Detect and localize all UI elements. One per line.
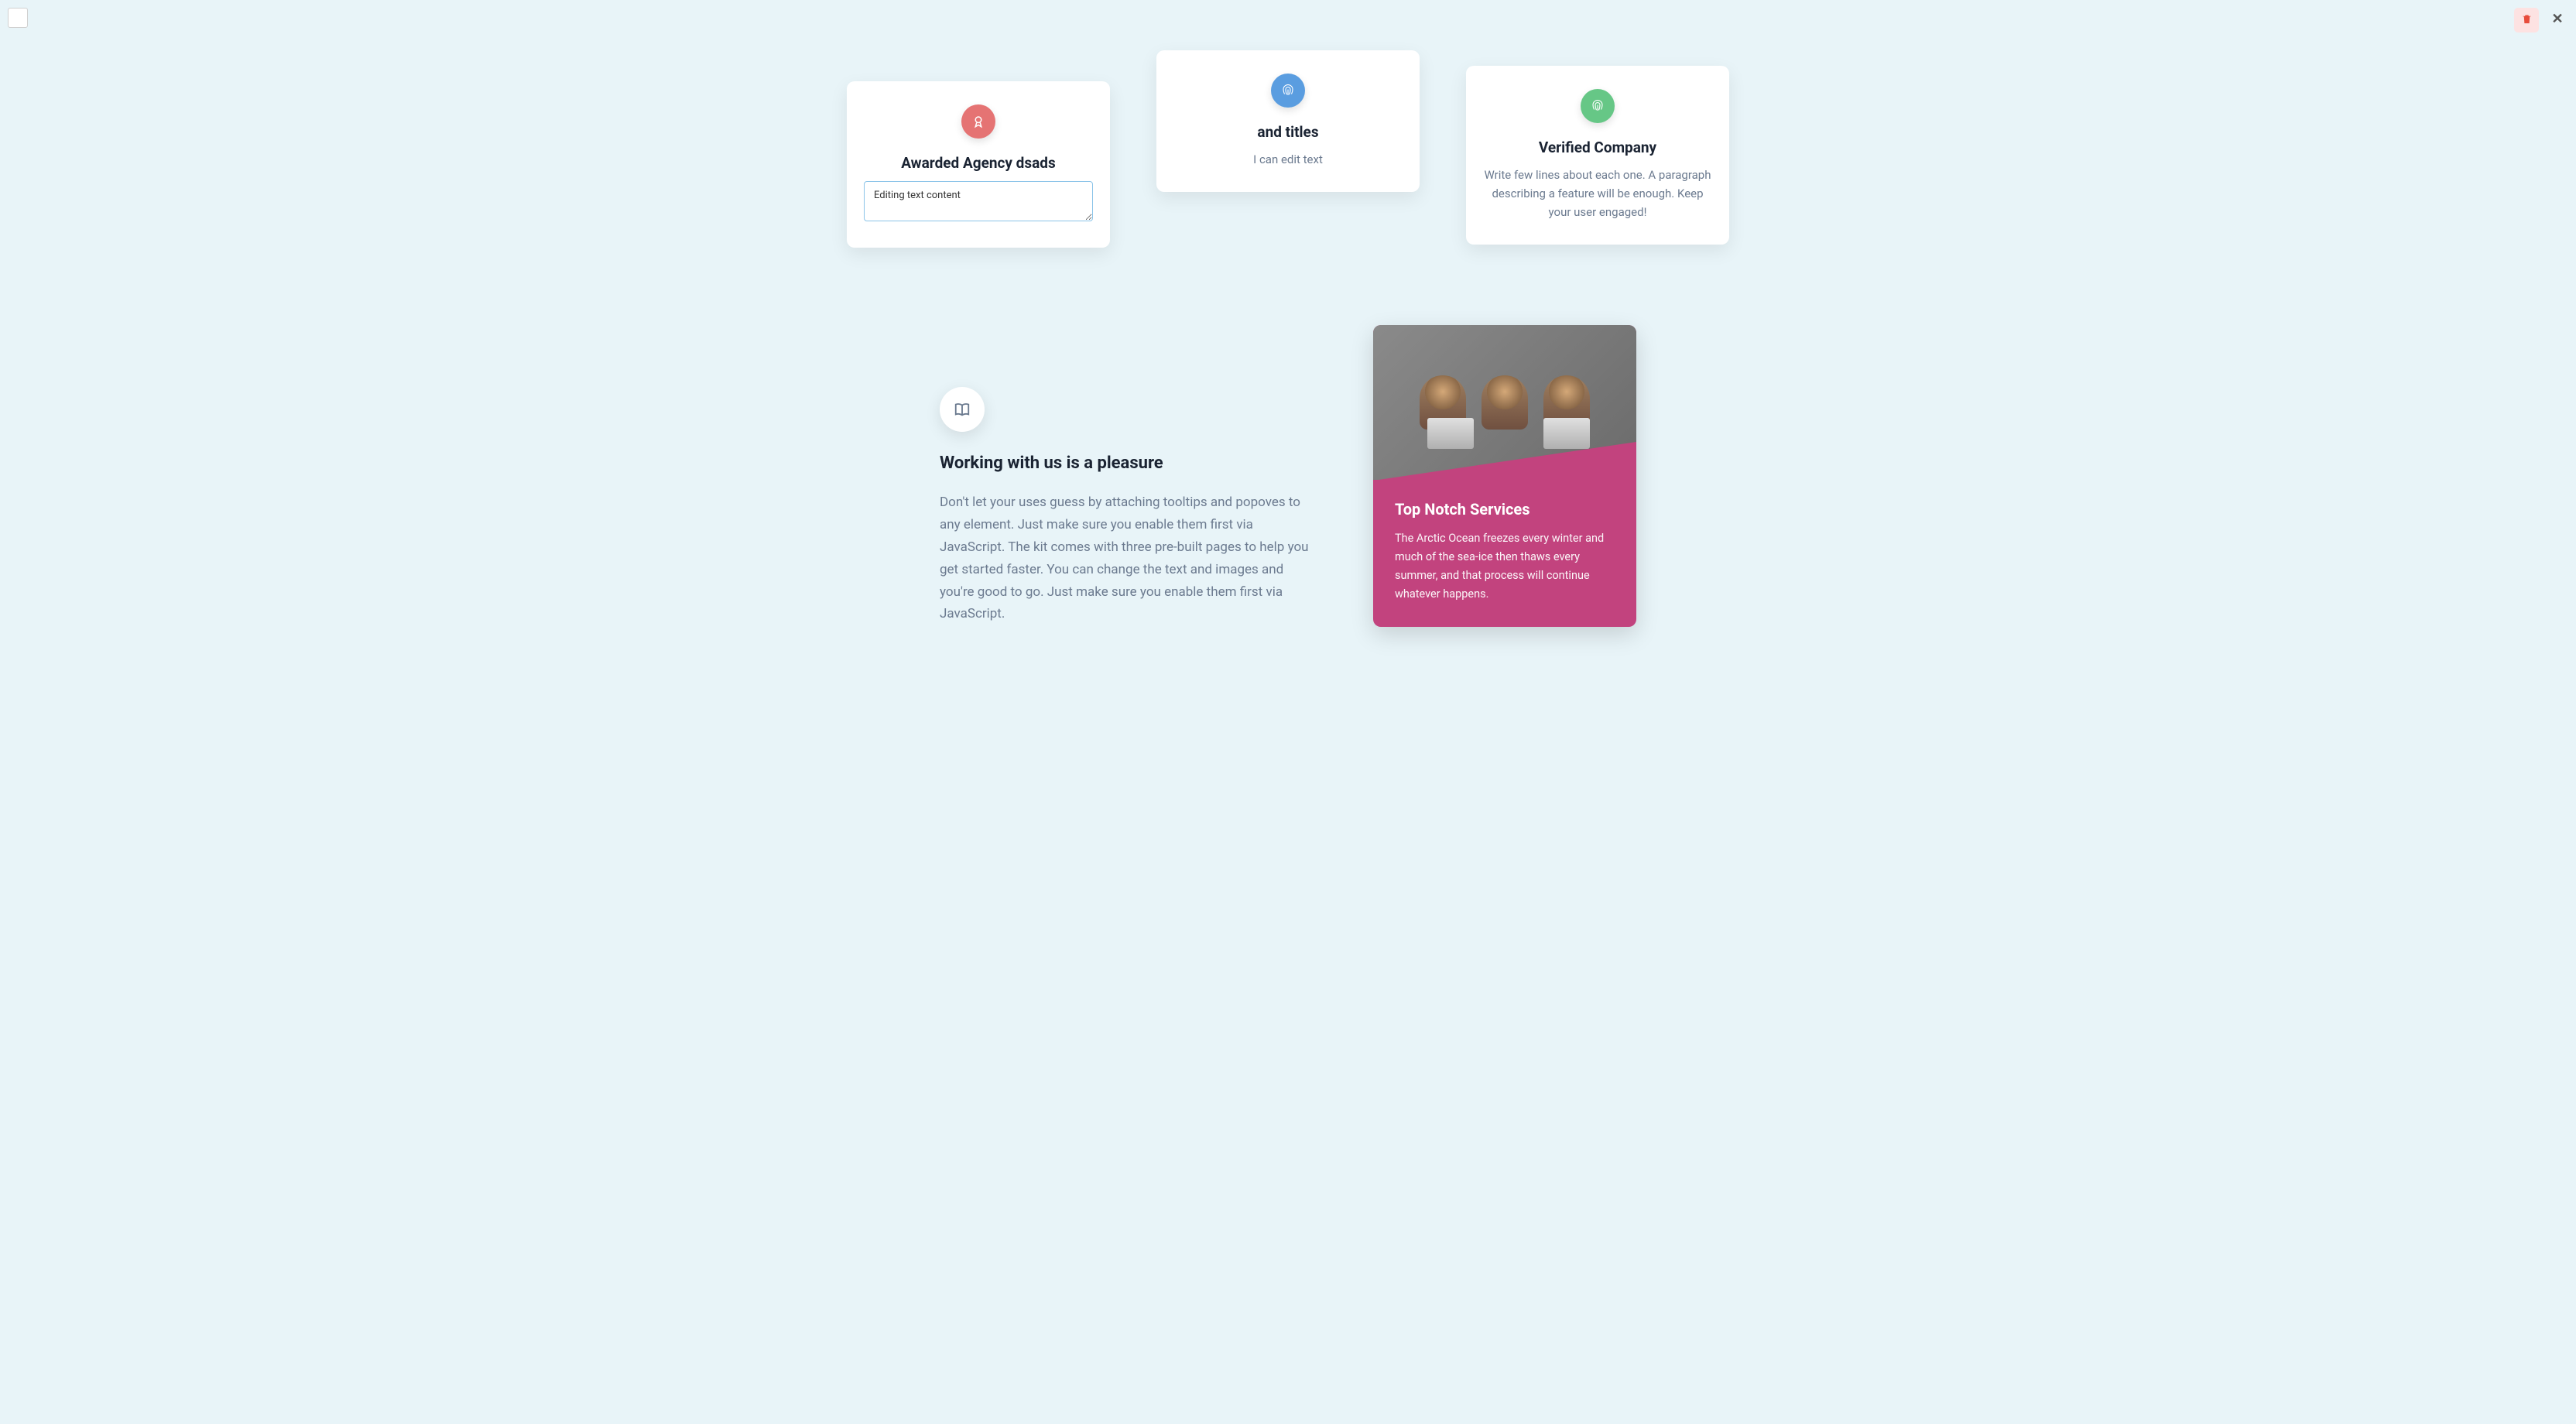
working-heading: Working with us is a pleasure <box>940 454 1311 473</box>
service-card[interactable]: Top Notch Services The Arctic Ocean free… <box>1373 325 1636 627</box>
fingerprint-icon <box>1581 89 1615 123</box>
delete-button[interactable] <box>2514 8 2539 33</box>
card-body: I can edit text <box>1173 150 1403 169</box>
close-icon: ✕ <box>2551 11 2563 27</box>
service-image <box>1373 325 1636 480</box>
book-icon <box>940 387 985 432</box>
card-title: Awarded Agency dsads <box>864 154 1093 172</box>
working-text-block: Working with us is a pleasure Don't let … <box>940 325 1311 625</box>
card-title: and titles <box>1173 123 1403 141</box>
drag-handle[interactable] <box>8 8 28 28</box>
feature-card-verified[interactable]: Verified Company Write few lines about e… <box>1466 66 1729 245</box>
card-body: Write few lines about each one. A paragr… <box>1483 166 1712 221</box>
service-body: The Arctic Ocean freezes every winter an… <box>1395 529 1615 604</box>
award-icon <box>961 104 995 139</box>
edit-text-input[interactable] <box>864 181 1093 221</box>
card-title: Verified Company <box>1483 139 1712 156</box>
feature-card-awarded[interactable]: Awarded Agency dsads <box>847 81 1110 248</box>
feature-card-titles[interactable]: and titles I can edit text <box>1156 50 1420 192</box>
close-button[interactable]: ✕ <box>2547 8 2568 29</box>
fingerprint-icon <box>1271 74 1305 108</box>
trash-icon <box>2521 13 2533 27</box>
service-title: Top Notch Services <box>1395 500 1615 519</box>
working-body: Don't let your uses guess by attaching t… <box>940 491 1311 625</box>
